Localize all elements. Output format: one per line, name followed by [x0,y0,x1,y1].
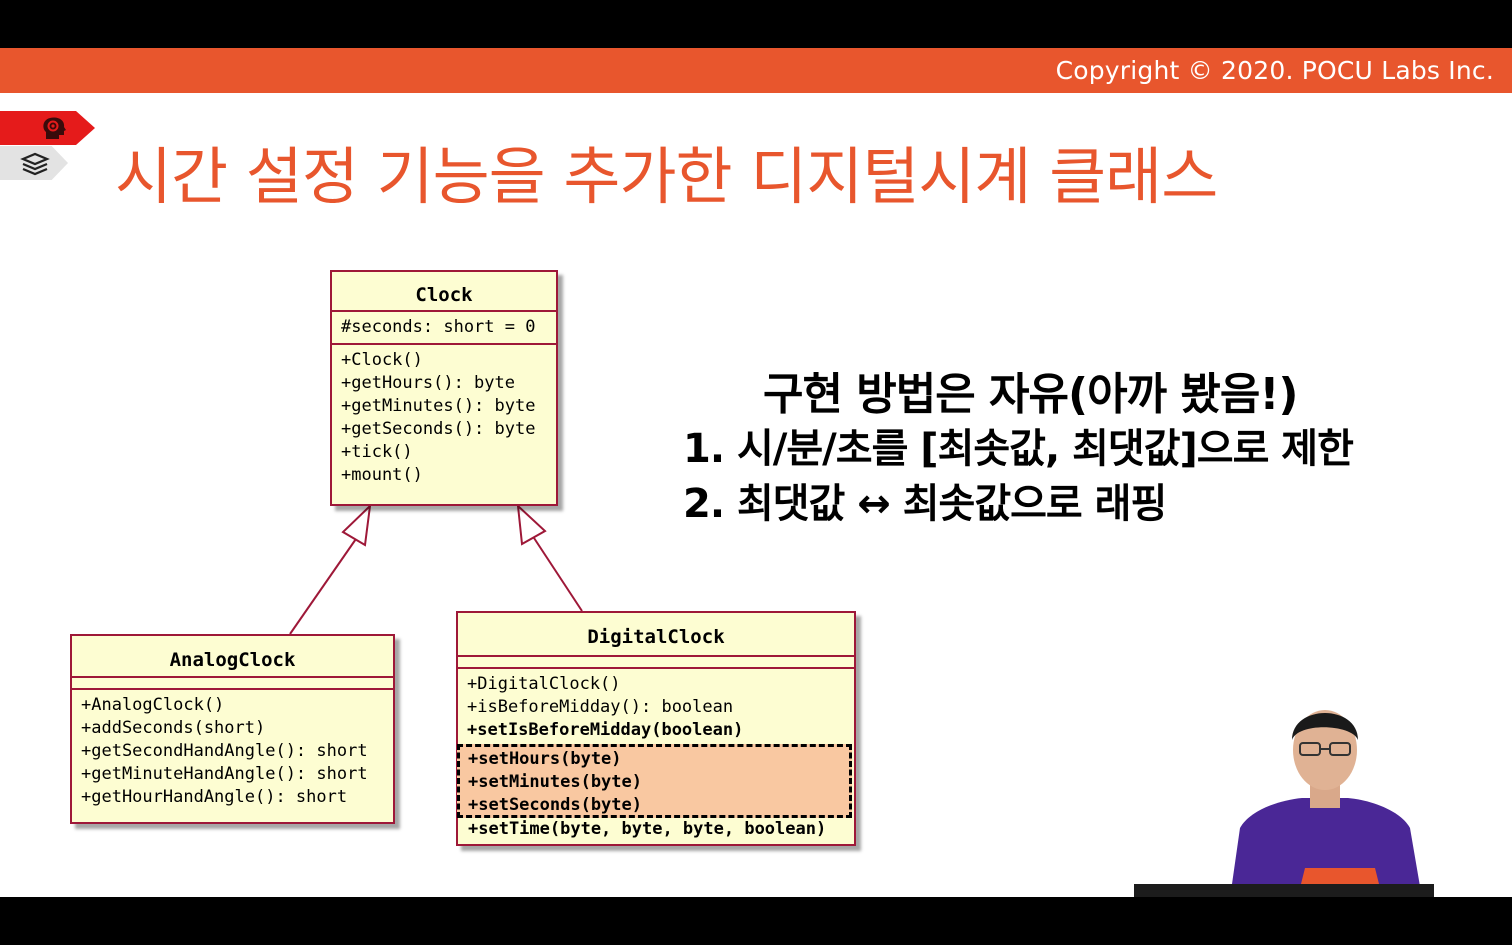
method: +setTime(byte, byte, byte, boolean) [468,819,827,839]
digital-inheritance-line [533,537,583,612]
class-name: DigitalClock [587,626,725,648]
method: +isBeforeMidday(): boolean [467,697,734,717]
letterbox-bottom [0,897,1512,945]
method: +getHourHandAngle(): short [81,787,348,807]
letterbox-top [0,0,1512,48]
attribute: #seconds: short = 0 [341,317,536,337]
slide-title: 시간 설정 기능을 추가한 디지털시계 클래스 [115,140,1218,213]
analog-inheritance-line [289,535,359,635]
method: +getMinuteHandAngle(): short [81,764,368,784]
methods-section: +AnalogClock() +addSeconds(short) +getSe… [72,690,393,813]
method: +tick() [341,442,413,462]
note-item: 1. 시/분/초를 [최솟값, 최댓값]으로 제한 [683,426,1354,472]
method: +getSecondHandAngle(): short [81,741,368,761]
method: +setIsBeforeMidday(boolean) [467,720,744,740]
highlighted-setters: +setHours(byte) +setMinutes(byte) +setSe… [468,748,642,817]
note-item: 2. 최댓값 ↔ 최솟값으로 래핑 [683,481,1167,527]
method: +AnalogClock() [81,695,225,715]
method: +getMinutes(): byte [341,396,536,416]
attributes-section-empty [72,678,393,688]
uml-class-clock: Clock #seconds: short = 0 +Clock() +getH… [330,270,558,506]
head-gear-icon [43,117,66,139]
method: +getSeconds(): byte [341,419,536,439]
attributes-section: #seconds: short = 0 [332,312,556,343]
method: +getHours(): byte [341,373,515,393]
presenter-video [1230,710,1422,897]
attributes-section-empty [458,657,854,667]
class-name: Clock [415,284,473,306]
method: +setSeconds(byte) [468,795,642,815]
books-icon [20,152,50,176]
method: +DigitalClock() [467,674,621,694]
method: +addSeconds(short) [81,718,266,738]
methods-section: +Clock() +getHours(): byte +getMinutes()… [332,345,556,491]
method: +mount() [341,465,423,485]
analog-inheritance-arrowhead [341,503,372,547]
notes-heading: 구현 방법은 자유(아까 봤음!) [763,369,1299,420]
class-name: AnalogClock [169,649,296,671]
header-bar: Copyright © 2020. POCU Labs Inc. [0,48,1512,93]
methods-section: +DigitalClock() +isBeforeMidday(): boole… [458,669,854,746]
method: +setHours(byte) [468,749,622,769]
podium [1134,884,1434,897]
slide: Copyright © 2020. POCU Labs Inc. 시간 설정 기… [0,48,1512,897]
copyright-text: Copyright © 2020. POCU Labs Inc. [1055,56,1494,85]
method: +Clock() [341,350,423,370]
uml-class-analogclock: AnalogClock +AnalogClock() +addSeconds(s… [70,634,395,824]
method: +setMinutes(byte) [468,772,642,792]
digital-inheritance-arrowhead [516,503,547,546]
